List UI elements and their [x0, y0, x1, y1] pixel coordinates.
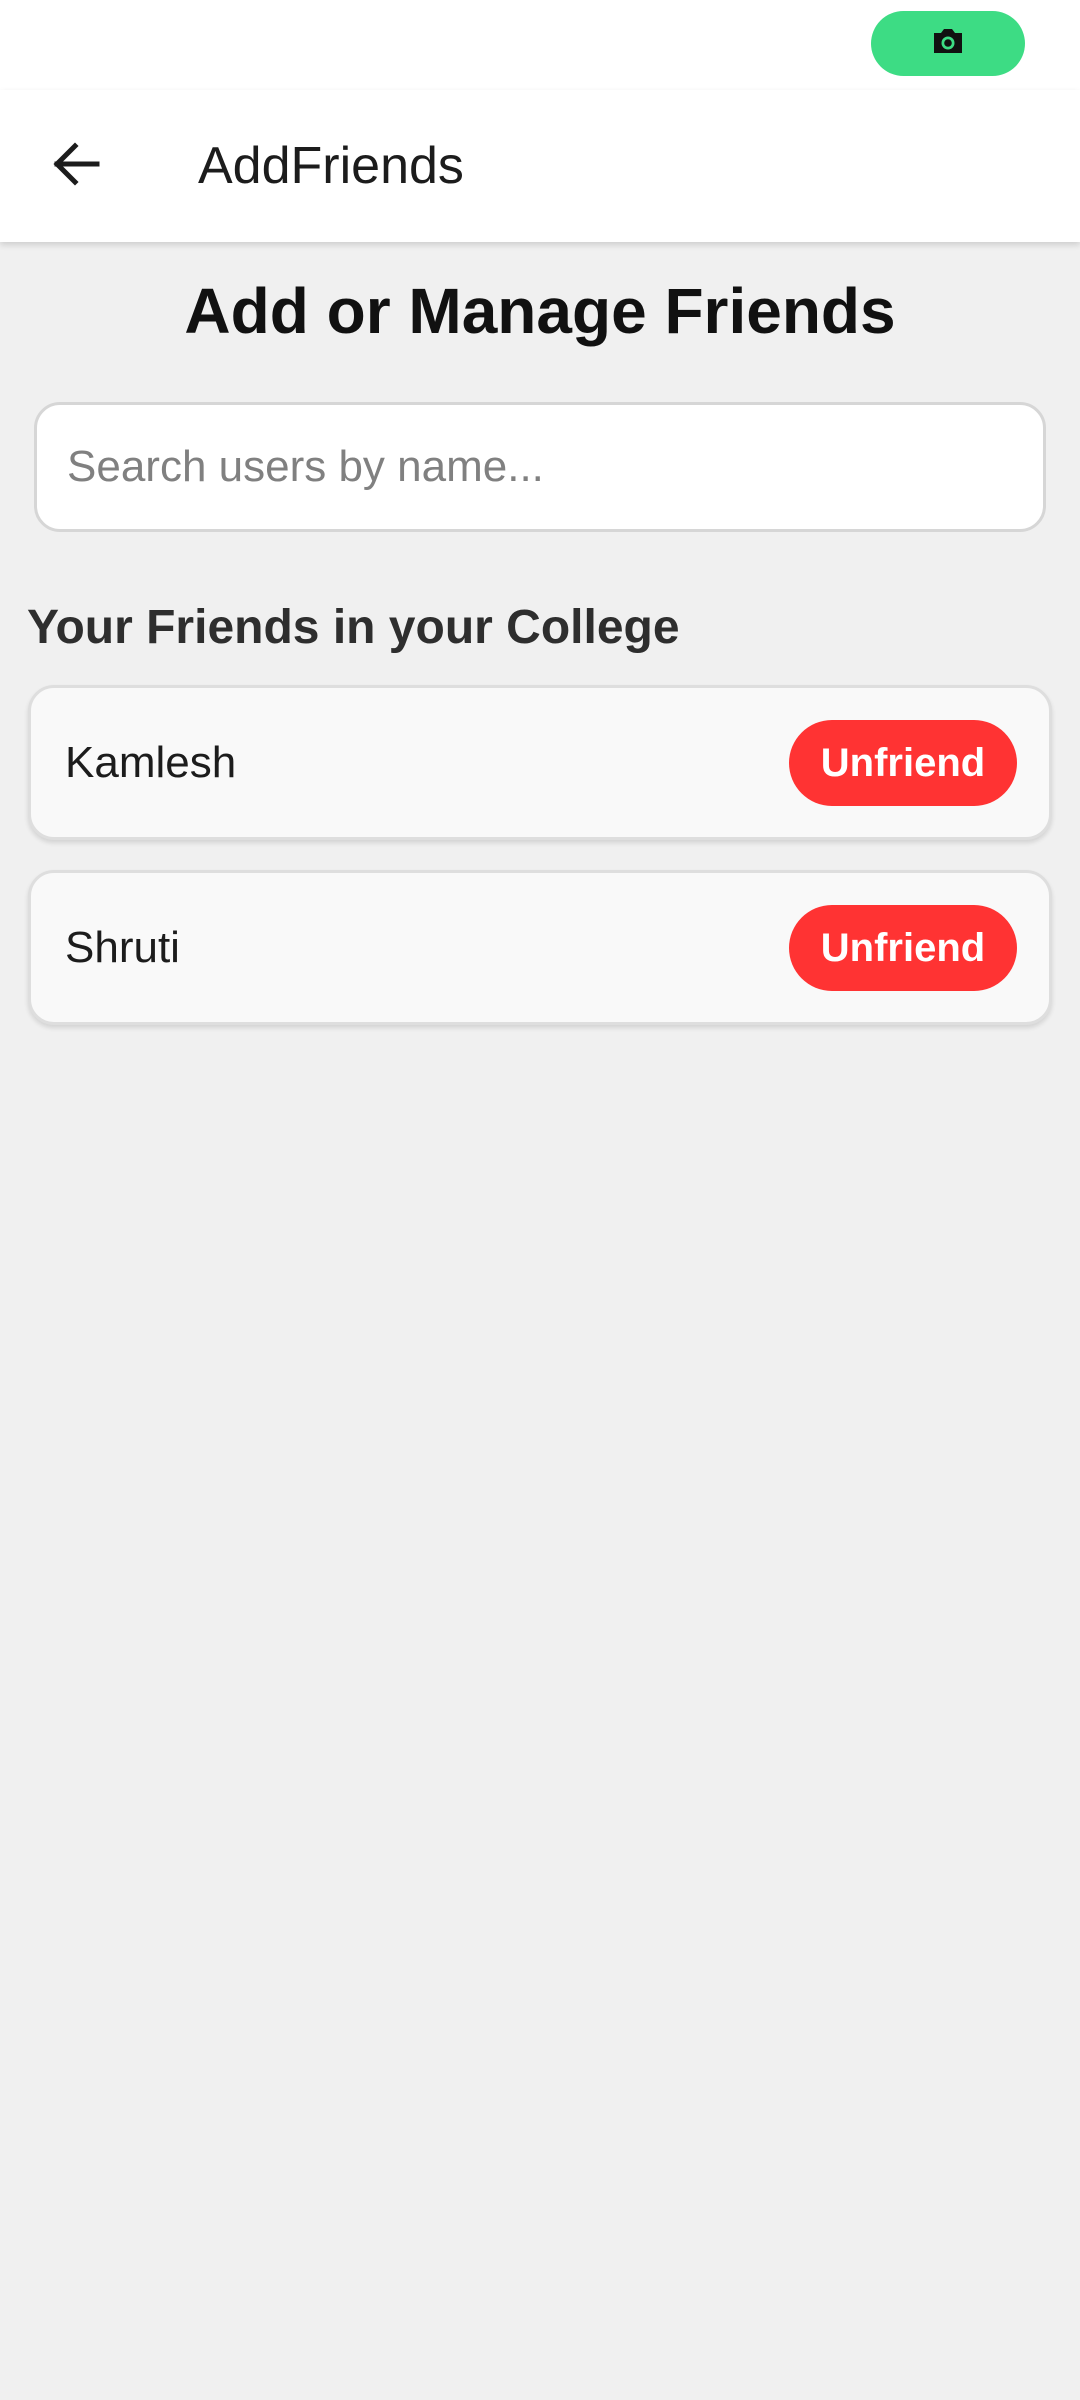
camera-icon: [931, 27, 965, 60]
friends-section-title: Your Friends in your College: [27, 601, 680, 654]
main-content: Add or Manage Friends Your Friends in yo…: [0, 242, 1080, 2400]
camera-indicator-pill[interactable]: [871, 11, 1025, 76]
page-heading: Add or Manage Friends: [184, 275, 896, 347]
friend-card: Shruti Unfriend: [28, 870, 1052, 1025]
status-bar: [0, 0, 1080, 90]
friend-list: Kamlesh Unfriend Shruti Unfriend: [28, 685, 1052, 1055]
arrow-left-icon: [51, 141, 101, 191]
app-bar-title: AddFriends: [198, 137, 464, 195]
unfriend-button[interactable]: Unfriend: [789, 905, 1017, 991]
friend-name: Shruti: [65, 923, 180, 972]
back-button[interactable]: [36, 126, 116, 206]
app-bar: AddFriends: [0, 90, 1080, 242]
unfriend-button[interactable]: Unfriend: [789, 720, 1017, 806]
search-input[interactable]: [34, 402, 1046, 532]
friend-name: Kamlesh: [65, 738, 237, 787]
friend-card: Kamlesh Unfriend: [28, 685, 1052, 840]
